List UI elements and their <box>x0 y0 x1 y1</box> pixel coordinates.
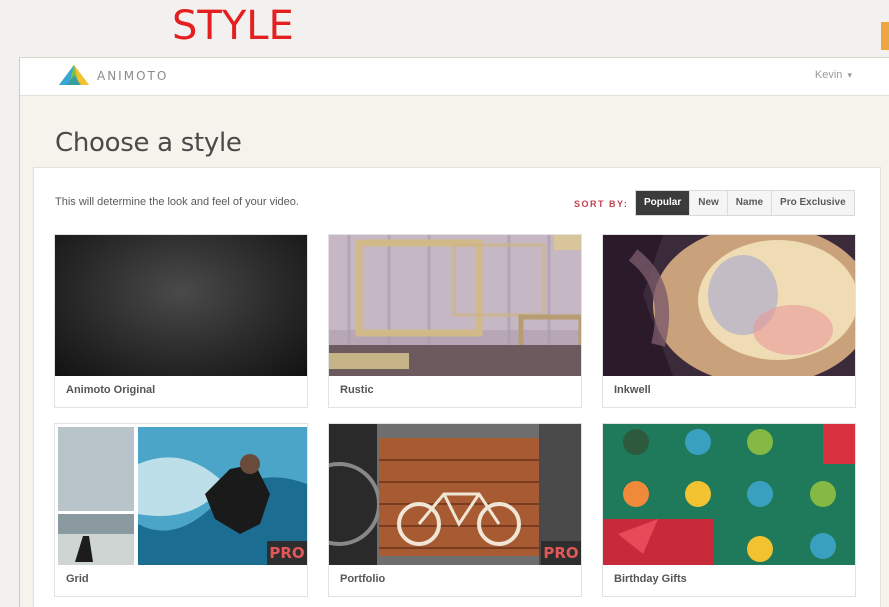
slide-title: STYLE <box>172 3 294 49</box>
style-card-rustic[interactable]: Rustic <box>328 234 582 408</box>
sort-name-button[interactable]: Name <box>726 191 772 215</box>
user-menu[interactable]: Kevin ▾ <box>815 69 852 81</box>
style-card-label: Animoto Original <box>66 384 156 396</box>
style-card-label: Rustic <box>340 384 374 396</box>
style-thumbnail <box>55 235 307 376</box>
style-card-portfolio[interactable]: PRO Portfolio <box>328 423 582 597</box>
logo-text[interactable]: ANIMOTO <box>97 69 168 83</box>
app-screenshot: ANIMOTO Kevin ▾ Choose a style This will… <box>19 57 889 607</box>
style-card-label: Portfolio <box>340 573 386 585</box>
style-card-label: Inkwell <box>614 384 651 396</box>
accent-bar <box>881 22 889 50</box>
style-card-birthday-gifts[interactable]: Birthday Gifts <box>602 423 856 597</box>
sort-new-button[interactable]: New <box>689 191 727 215</box>
style-thumbnail <box>603 424 855 565</box>
animoto-logo-icon <box>59 65 89 85</box>
top-bar: ANIMOTO Kevin ▾ <box>20 58 889 96</box>
pro-badge: PRO <box>541 541 581 565</box>
page-subtitle: This will determine the look and feel of… <box>55 196 299 208</box>
sort-pro-exclusive-button[interactable]: Pro Exclusive <box>771 191 854 215</box>
style-thumbnail <box>329 235 581 376</box>
style-panel: This will determine the look and feel of… <box>33 167 881 607</box>
chevron-down-icon: ▾ <box>847 70 852 80</box>
style-card-inkwell[interactable]: Inkwell <box>602 234 856 408</box>
style-card-animoto-original[interactable]: Animoto Original <box>54 234 308 408</box>
style-card-grid[interactable]: PRO Grid <box>54 423 308 597</box>
page-title: Choose a style <box>55 128 242 158</box>
pro-badge: PRO <box>267 541 307 565</box>
style-card-label: Grid <box>66 573 89 585</box>
style-thumbnail <box>603 235 855 376</box>
sort-label: SORT BY: <box>574 199 629 209</box>
sort-popular-button[interactable]: Popular <box>636 191 690 215</box>
style-card-label: Birthday Gifts <box>614 573 687 585</box>
sort-options: Popular New Name Pro Exclusive <box>635 190 855 216</box>
user-name: Kevin <box>814 69 843 81</box>
